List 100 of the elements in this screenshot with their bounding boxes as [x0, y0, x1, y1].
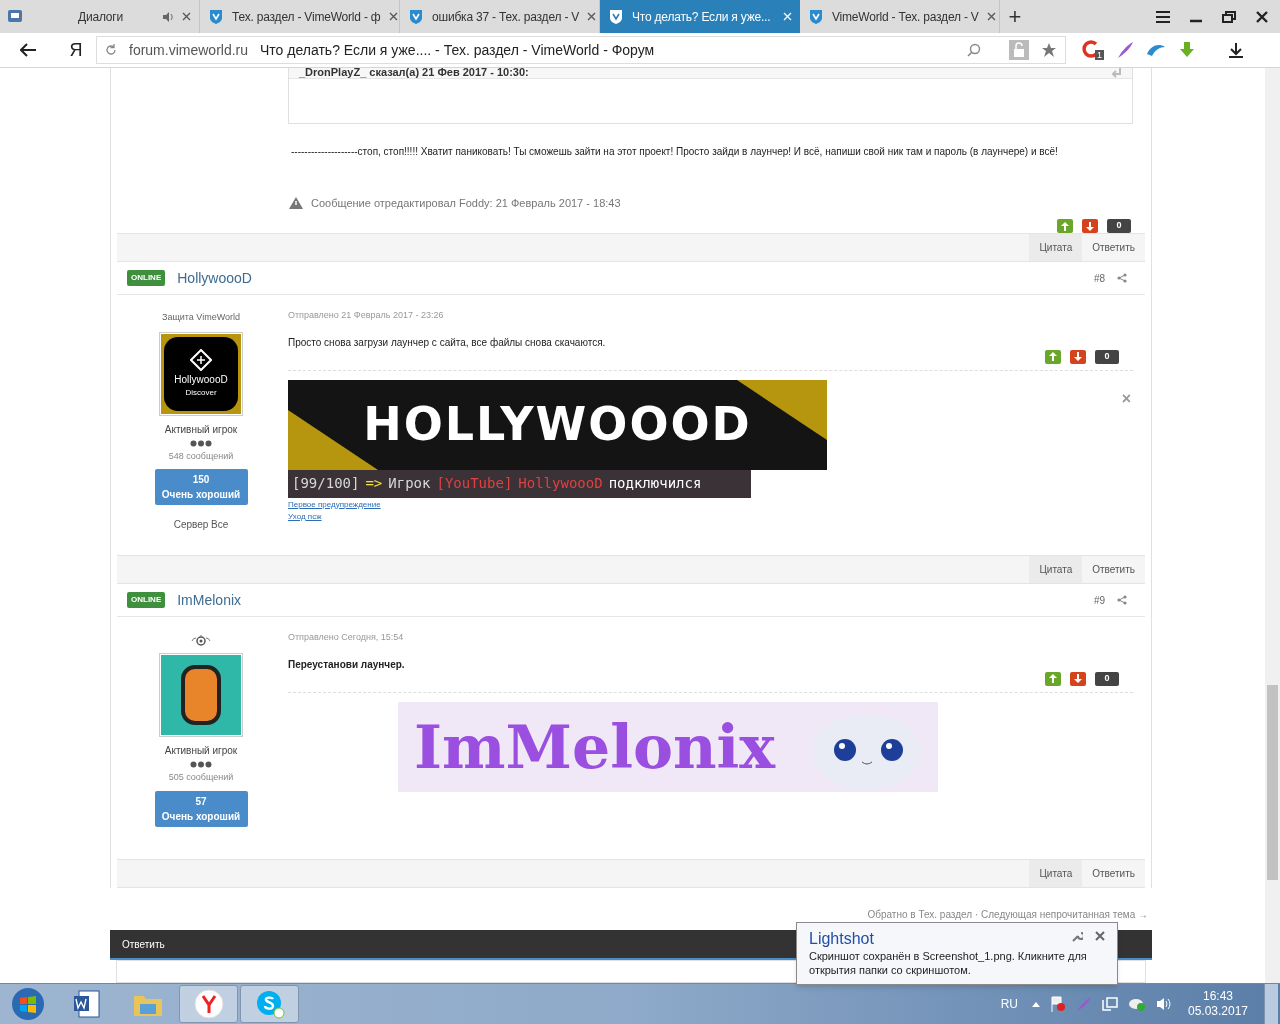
speaker-icon[interactable]	[163, 11, 174, 22]
share-icon[interactable]	[1117, 595, 1127, 605]
up-arrow-icon	[1049, 674, 1057, 683]
c-logo-icon[interactable]	[1082, 40, 1100, 58]
tab-title: Что делать? Если я уже...	[632, 8, 772, 26]
feather-icon[interactable]	[1116, 41, 1134, 59]
post-text: --------------------стоп, стоп!!!!! Хватит паниковать! Ты сможешь зайти на этот проект! Просто зайди в лаунчер! И всё, напиши свой ник там и пароль (в лаунчере) и всё!	[291, 144, 1059, 159]
shield-icon	[208, 8, 224, 25]
avatar-subtitle: Discover	[185, 386, 217, 399]
quote-button[interactable]: Цитата	[1029, 234, 1083, 261]
close-icon[interactable]	[587, 12, 597, 21]
post-text: Переустанови лаунчер.	[288, 657, 406, 672]
url-domain: forum.vimeworld.ru	[129, 40, 249, 60]
post-number[interactable]: #9	[1093, 592, 1105, 608]
down-arrow-icon	[1074, 352, 1082, 361]
upvote-button[interactable]	[1057, 219, 1073, 233]
author-link[interactable]: ImMelonix	[177, 589, 1082, 611]
signature-link[interactable]: Первое предупреждение	[288, 498, 381, 511]
reputation-label: Очень хороший	[161, 488, 241, 502]
post-count: 548 сообщений	[168, 449, 234, 463]
taskbar-button[interactable]	[240, 985, 299, 1023]
clock[interactable]: 16:43 05.03.2017	[1182, 989, 1254, 1019]
close-icon[interactable]	[1256, 10, 1268, 23]
volume-icon[interactable]	[1156, 997, 1172, 1011]
reputation-value: 57	[195, 794, 207, 809]
close-icon[interactable]	[182, 12, 191, 21]
upvote-button[interactable]	[1045, 349, 1061, 364]
diamond-icon	[190, 348, 212, 371]
back-arrow-icon[interactable]	[20, 43, 36, 57]
shield-icon	[608, 8, 624, 25]
reputation-value: 150	[192, 473, 210, 487]
flag-icon[interactable]	[1050, 996, 1066, 1012]
user-rank: Активный игрок	[164, 422, 238, 437]
cloud-check-icon[interactable]	[1128, 996, 1146, 1012]
close-icon[interactable]	[1095, 931, 1105, 941]
quote-author: _DronPlayZ_ сказал(а) 21 Фев 2017 - 10:30:	[299, 68, 529, 78]
reply-button[interactable]: Ответить	[1082, 234, 1145, 261]
network-icon[interactable]	[1102, 996, 1118, 1012]
chat-icon	[8, 9, 22, 24]
yandex-button[interactable]: Я	[56, 36, 96, 64]
downvote-button[interactable]	[1070, 671, 1086, 686]
vote-score: 0	[1107, 219, 1131, 233]
reply-button[interactable]: Ответить	[1082, 860, 1145, 887]
start-button-icon[interactable]	[11, 987, 45, 1021]
post-count: 505 сообщений	[168, 771, 234, 784]
banner-title: HOLLYWOOOD	[363, 396, 752, 453]
restore-icon[interactable]	[1222, 10, 1236, 23]
quote-arrow-icon	[1110, 68, 1122, 78]
chat-word: [99/100]	[292, 474, 360, 493]
author-link[interactable]: HollywoooD	[177, 267, 1082, 289]
up-arrow-icon	[1049, 352, 1057, 361]
yandex-icon	[192, 988, 225, 1020]
quote-button[interactable]: Цитата	[1029, 556, 1083, 583]
new-tab-button[interactable]: +	[1000, 0, 1030, 33]
reply-button[interactable]: Ответить	[1082, 556, 1145, 583]
reply-bar-title: Ответить	[122, 937, 165, 952]
downvote-button[interactable]	[1070, 349, 1086, 364]
post-date: Отправлено 21 Февраль 2017 - 23:26	[288, 309, 445, 322]
up-arrow-icon	[1061, 221, 1069, 231]
wing-icon[interactable]	[1146, 42, 1166, 58]
vote-score: 0	[1095, 671, 1119, 686]
post-number[interactable]: #8	[1093, 270, 1105, 286]
user-server: Сервер Все	[173, 518, 229, 532]
warning-icon	[289, 196, 303, 209]
chat-word: Игрок	[388, 474, 431, 493]
banner-title: ImMelonix	[414, 716, 776, 777]
address-field[interactable]: forum.vimeworld.ru Что делать? Если я уже.... - Тех. раздел - VimeWorld - Форум	[96, 36, 1066, 64]
extension-badge: 1	[1095, 50, 1104, 60]
chat-word: Tube]	[470, 474, 513, 493]
upvote-button[interactable]	[1045, 671, 1061, 686]
notification-popup[interactable]: Lightshot Скриншот сохранён в Screenshot_1.png. Кликните для открытия папки со скриншотом.	[796, 922, 1118, 985]
online-badge: ONLINE	[127, 270, 166, 286]
browser-tab[interactable]: Что делать? Если я уже...	[600, 0, 800, 33]
user-rank: Активный игрок	[164, 744, 238, 758]
quote-button[interactable]: Цитата	[1029, 860, 1083, 887]
shield-icon	[808, 8, 824, 25]
notification-title: Lightshot	[809, 930, 874, 948]
user-group: Защита VimeWorld	[161, 311, 241, 325]
rank-dots-icon	[190, 761, 212, 768]
scrollbar[interactable]	[1265, 68, 1280, 983]
chat-word: =>	[365, 474, 383, 493]
signature-link[interactable]: Уход псж	[288, 510, 322, 523]
downvote-button[interactable]	[1082, 219, 1098, 233]
close-icon[interactable]	[388, 12, 398, 21]
share-icon[interactable]	[1117, 273, 1127, 283]
topic-navigation-link[interactable]: Обратно в Тех. раздел · Следующая непрочитанная тема →	[867, 907, 1148, 922]
search-icon[interactable]	[967, 43, 981, 57]
tab-title: Тех. раздел - VimeWorld - ф	[232, 8, 381, 26]
post-date: Отправлено Сегодня, 15:54	[288, 631, 405, 644]
tab-title: VimeWorld - Тех. раздел - V	[832, 8, 979, 26]
refresh-icon[interactable]	[105, 44, 117, 56]
tray-expand-icon[interactable]	[1032, 1001, 1040, 1007]
taskbar-button[interactable]	[179, 985, 238, 1023]
download-icon[interactable]	[1228, 42, 1244, 58]
rank-dots-icon	[190, 439, 212, 447]
tab-title: Диалоги	[77, 8, 124, 26]
edit-note: Сообщение отредактировал Foddy: 21 Февраль 2017 - 18:43	[311, 195, 621, 211]
menu-icon[interactable]	[1156, 10, 1170, 23]
star-icon[interactable]	[1041, 42, 1057, 58]
close-icon[interactable]	[986, 12, 996, 21]
